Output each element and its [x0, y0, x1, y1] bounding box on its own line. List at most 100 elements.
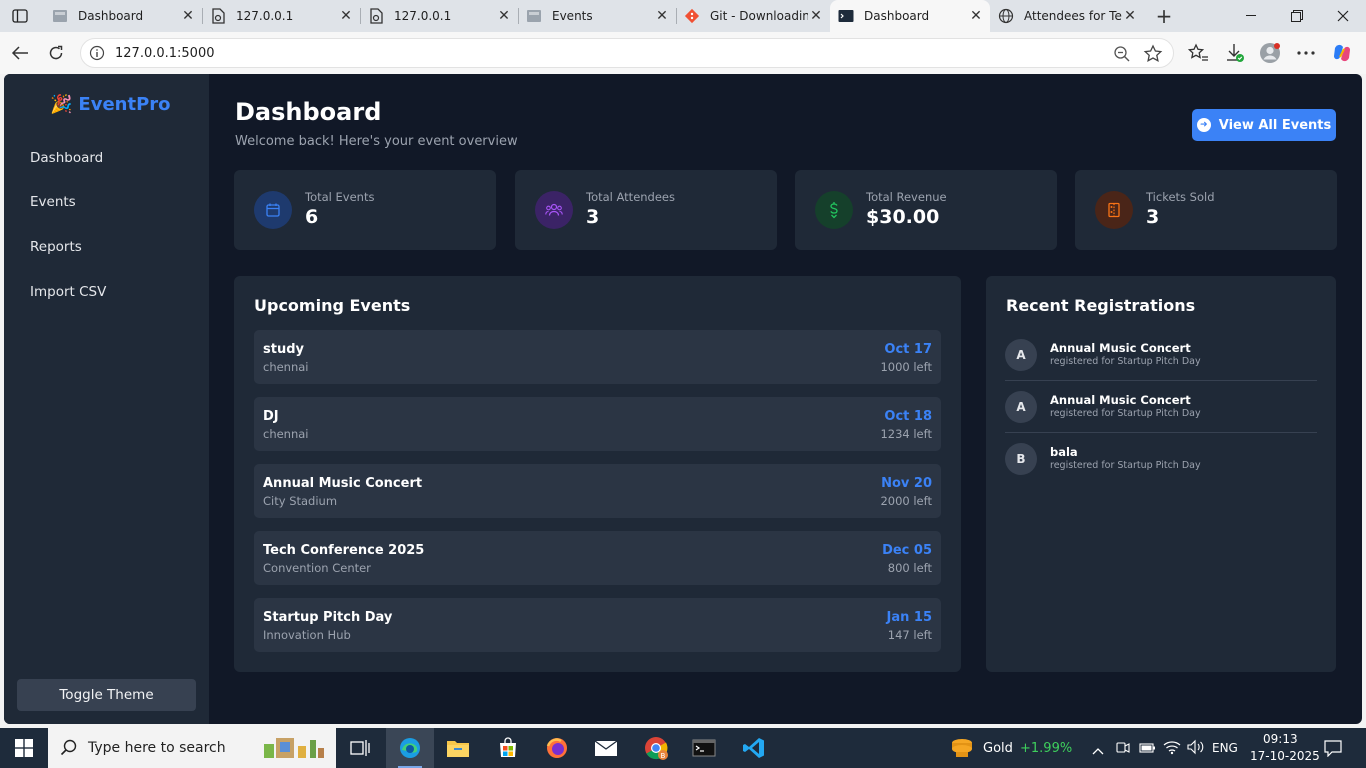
- restore-button[interactable]: [1274, 0, 1320, 32]
- close-icon[interactable]: ✕: [968, 8, 984, 24]
- widget-label[interactable]: Gold: [983, 741, 1013, 756]
- tab-title: Git - Downloading: [710, 9, 808, 23]
- volume-icon[interactable]: [1187, 739, 1205, 759]
- close-icon[interactable]: ✕: [496, 8, 512, 24]
- sidebar-item-events[interactable]: Events: [30, 194, 76, 210]
- toggle-theme-button[interactable]: Toggle Theme: [17, 679, 196, 711]
- clock-date[interactable]: 17-10-2025: [1250, 749, 1320, 763]
- task-view-icon[interactable]: [336, 728, 384, 768]
- page-title: Dashboard: [235, 98, 382, 126]
- back-button[interactable]: [7, 40, 33, 66]
- url-text: 127.0.0.1:5000: [115, 46, 215, 61]
- tab-git[interactable]: Git - Downloading ✕: [676, 0, 830, 32]
- view-all-events-button[interactable]: ➜ View All Events: [1192, 109, 1336, 141]
- tab-events[interactable]: Events ✕: [518, 0, 676, 32]
- store-icon[interactable]: [484, 728, 532, 768]
- upcoming-events-panel: Upcoming Events study chennai Oct 17 100…: [234, 276, 961, 672]
- more-menu-icon[interactable]: [1295, 42, 1317, 64]
- taskbar-search-box[interactable]: Type here to search: [48, 728, 336, 768]
- tab-title: Attendees for Tech: [1024, 9, 1122, 23]
- arrow-circle-icon: ➜: [1196, 118, 1211, 132]
- tab-localhost-2[interactable]: 127.0.0.1 ✕: [360, 0, 518, 32]
- panel-title: Upcoming Events: [254, 296, 411, 315]
- chevron-up-icon[interactable]: [1092, 741, 1104, 760]
- clock-time[interactable]: 09:13: [1263, 732, 1298, 746]
- mail-icon[interactable]: [582, 728, 630, 768]
- windows-start-icon[interactable]: [0, 728, 48, 768]
- tab-attendees[interactable]: Attendees for Tech ✕: [990, 0, 1144, 32]
- divider: [1005, 380, 1317, 381]
- close-icon[interactable]: ✕: [180, 8, 196, 24]
- battery-icon[interactable]: [1139, 740, 1157, 759]
- wifi-icon[interactable]: [1163, 739, 1181, 759]
- event-name: Tech Conference 2025: [263, 543, 425, 558]
- close-icon[interactable]: ✕: [338, 8, 354, 24]
- close-icon[interactable]: ✕: [1122, 8, 1138, 24]
- close-icon[interactable]: ✕: [654, 8, 670, 24]
- firefox-icon[interactable]: [533, 728, 581, 768]
- list-item[interactable]: B bala registered for Startup Pitch Day: [1005, 443, 1317, 495]
- sidebar-item-dashboard[interactable]: Dashboard: [30, 150, 103, 166]
- avatar: A: [1005, 391, 1037, 423]
- event-location: chennai: [263, 360, 309, 374]
- profile-avatar[interactable]: [1259, 42, 1281, 64]
- event-tickets-left: 800 left: [887, 561, 932, 575]
- chrome-icon[interactable]: B: [632, 728, 680, 768]
- list-item[interactable]: DJ chennai Oct 18 1234 left: [254, 397, 941, 451]
- search-placeholder: Type here to search: [88, 740, 226, 756]
- app-window: 🎉 EventPro Dashboard Events Reports Impo…: [4, 74, 1362, 724]
- stat-card-total-attendees: Total Attendees 3: [515, 170, 777, 250]
- refresh-button[interactable]: [43, 40, 69, 66]
- close-window-button[interactable]: [1320, 0, 1366, 32]
- event-tickets-left: 2000 left: [880, 494, 932, 508]
- downloads-icon[interactable]: [1224, 42, 1246, 64]
- stat-label: Total Attendees: [586, 190, 676, 204]
- event-date: Oct 17: [884, 342, 932, 357]
- minimize-button[interactable]: [1228, 0, 1274, 32]
- list-item[interactable]: Tech Conference 2025 Convention Center D…: [254, 531, 941, 585]
- stat-card-total-events: Total Events 6: [234, 170, 496, 250]
- main-content: Dashboard Welcome back! Here's your even…: [209, 74, 1362, 724]
- tab-dashboard-1[interactable]: Dashboard ✕: [44, 0, 202, 32]
- gold-price-icon[interactable]: [950, 737, 976, 763]
- avatar: B: [1005, 443, 1037, 475]
- terminal-taskbar-icon[interactable]: [680, 728, 728, 768]
- event-tickets-left: 147 left: [887, 628, 932, 642]
- stat-card-total-revenue: Total Revenue $30.00: [795, 170, 1057, 250]
- event-date: Nov 20: [881, 476, 932, 491]
- meet-now-icon[interactable]: [1115, 739, 1131, 759]
- favorites-icon[interactable]: [1187, 42, 1209, 64]
- tab-actions-icon[interactable]: [8, 6, 32, 26]
- notification-icon[interactable]: [1324, 739, 1342, 761]
- sidebar-item-reports[interactable]: Reports: [30, 239, 82, 255]
- language-indicator[interactable]: ENG: [1212, 741, 1238, 755]
- widget-change[interactable]: +1.99%: [1020, 741, 1072, 756]
- list-item[interactable]: A Annual Music Concert registered for St…: [1005, 339, 1317, 391]
- stat-label: Tickets Sold: [1146, 190, 1215, 204]
- new-tab-button[interactable]: +: [1152, 4, 1176, 28]
- vscode-icon[interactable]: [730, 728, 778, 768]
- stat-value: 6: [305, 206, 319, 228]
- svg-text:B: B: [661, 752, 666, 760]
- list-item[interactable]: study chennai Oct 17 1000 left: [254, 330, 941, 384]
- tab-localhost-1[interactable]: 127.0.0.1 ✕: [202, 0, 360, 32]
- registration-name: Annual Music Concert: [1050, 341, 1191, 355]
- panel-title: Recent Registrations: [1006, 296, 1196, 315]
- close-icon[interactable]: ✕: [808, 8, 824, 24]
- sidebar-item-import-csv[interactable]: Import CSV: [30, 284, 106, 300]
- stat-card-tickets-sold: Tickets Sold 3: [1075, 170, 1337, 250]
- list-item[interactable]: A Annual Music Concert registered for St…: [1005, 391, 1317, 443]
- brand-logo[interactable]: 🎉 EventPro: [50, 94, 171, 115]
- address-input[interactable]: 127.0.0.1:5000: [80, 38, 1174, 68]
- page-icon: [526, 8, 542, 24]
- list-item[interactable]: Annual Music Concert City Stadium Nov 20…: [254, 464, 941, 518]
- edge-taskbar-icon[interactable]: [386, 728, 434, 768]
- zoom-out-icon[interactable]: [1113, 45, 1131, 63]
- favorite-star-icon[interactable]: [1143, 44, 1163, 64]
- info-icon[interactable]: [89, 45, 105, 61]
- list-item[interactable]: Startup Pitch Day Innovation Hub Jan 15 …: [254, 598, 941, 652]
- brand-name: EventPro: [78, 94, 171, 115]
- tab-dashboard-active[interactable]: Dashboard ✕: [830, 0, 990, 32]
- copilot-icon[interactable]: [1331, 42, 1353, 64]
- file-explorer-icon[interactable]: [434, 728, 482, 768]
